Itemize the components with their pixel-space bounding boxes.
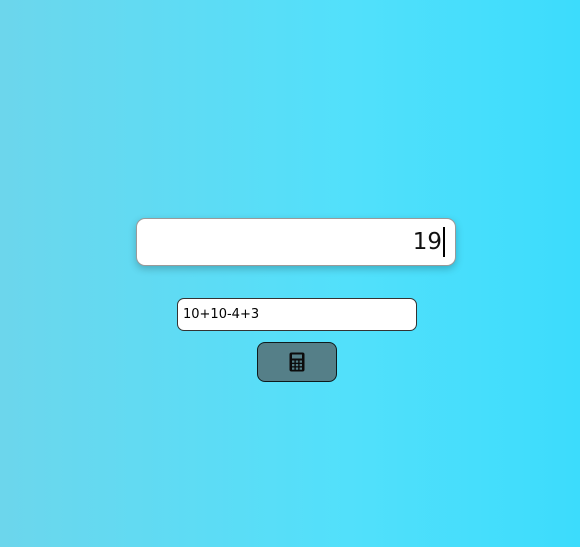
result-display: 19 [136, 218, 456, 266]
expression-input[interactable] [177, 298, 417, 331]
text-caret [443, 227, 445, 257]
calculate-button[interactable] [257, 342, 337, 382]
result-value: 19 [412, 229, 442, 255]
calculator-icon [289, 352, 305, 372]
result-display-value-wrap: 19 [413, 227, 445, 257]
